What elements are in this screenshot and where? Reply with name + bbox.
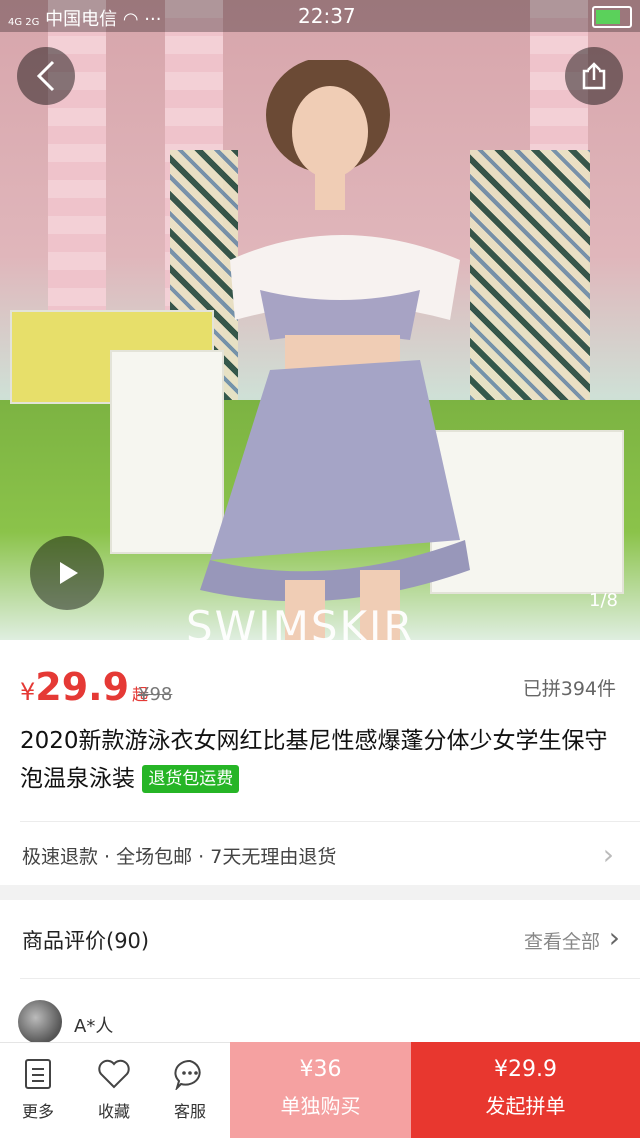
back-button[interactable] xyxy=(17,47,75,105)
product-title-text: 2020新款游泳衣女网红比基尼性感爆蓬分体少女学生保守泡温泉泳装 xyxy=(20,728,608,792)
status-bar: 4G 2G 中国电信 ◠ ··· 22:37 xyxy=(0,0,640,32)
carrier-info: 4G 2G 中国电信 ◠ ··· xyxy=(8,5,161,31)
start-group-buy-button[interactable]: ¥29.9 发起拼单 xyxy=(411,1042,640,1138)
currency-symbol: ¥ xyxy=(20,678,36,706)
chevron-right-icon: › xyxy=(608,921,620,954)
sold-count: 已拼394件 xyxy=(522,678,616,700)
group-label: 发起拼单 xyxy=(485,1094,566,1118)
divider xyxy=(20,821,640,822)
avatar xyxy=(18,1000,62,1044)
price-value: 29.9 xyxy=(35,665,130,709)
heart-icon xyxy=(98,1059,130,1089)
chat-icon xyxy=(174,1059,201,1090)
service-text: 极速退款 · 全场包邮 · 7天无理由退货 xyxy=(22,846,337,868)
divider xyxy=(20,978,640,979)
more-icon xyxy=(25,1059,51,1089)
battery-icon xyxy=(592,6,632,28)
share-icon xyxy=(582,62,606,90)
group-price: ¥29.9 xyxy=(494,1057,557,1082)
more-button[interactable]: 更多 xyxy=(6,1058,70,1122)
image-counter: 1/8 xyxy=(589,590,618,611)
more-label: 更多 xyxy=(21,1102,54,1121)
chevron-right-icon: › xyxy=(602,838,614,871)
favorite-button[interactable]: 收藏 xyxy=(82,1058,146,1122)
favorite-label: 收藏 xyxy=(97,1102,130,1121)
product-image-carousel[interactable]: SWIMSKIR 1/8 xyxy=(0,0,640,640)
current-price: ¥29.9 起 xyxy=(20,665,148,709)
reviewer-name: A*人 xyxy=(74,1016,114,1037)
product-title: 2020新款游泳衣女网红比基尼性感爆蓬分体少女学生保守泡温泉泳装 退货包运费 xyxy=(20,722,620,798)
wifi-icon: ◠ ··· xyxy=(122,9,162,30)
play-icon xyxy=(60,562,78,584)
alone-price: ¥36 xyxy=(299,1057,342,1082)
alone-label: 单独购买 xyxy=(280,1094,361,1118)
clock: 22:37 xyxy=(298,4,356,28)
customer-service-button[interactable]: 客服 xyxy=(158,1058,222,1122)
back-icon xyxy=(36,60,55,92)
original-price: ¥98 xyxy=(138,684,173,705)
model-figure xyxy=(200,60,470,640)
service-label: 客服 xyxy=(173,1102,206,1121)
view-all-label: 查看全部 xyxy=(523,931,600,953)
signal-indicator: 4G 2G xyxy=(8,17,40,28)
share-button[interactable] xyxy=(565,47,623,105)
buy-alone-button[interactable]: ¥36 单独购买 xyxy=(230,1042,411,1138)
play-video-button[interactable] xyxy=(30,536,104,610)
review-title: 商品评价(90) xyxy=(22,929,150,953)
hero-overlay-text: SWIMSKIR xyxy=(186,602,415,640)
free-return-tag: 退货包运费 xyxy=(142,765,240,793)
carrier-name: 中国电信 xyxy=(45,9,118,30)
